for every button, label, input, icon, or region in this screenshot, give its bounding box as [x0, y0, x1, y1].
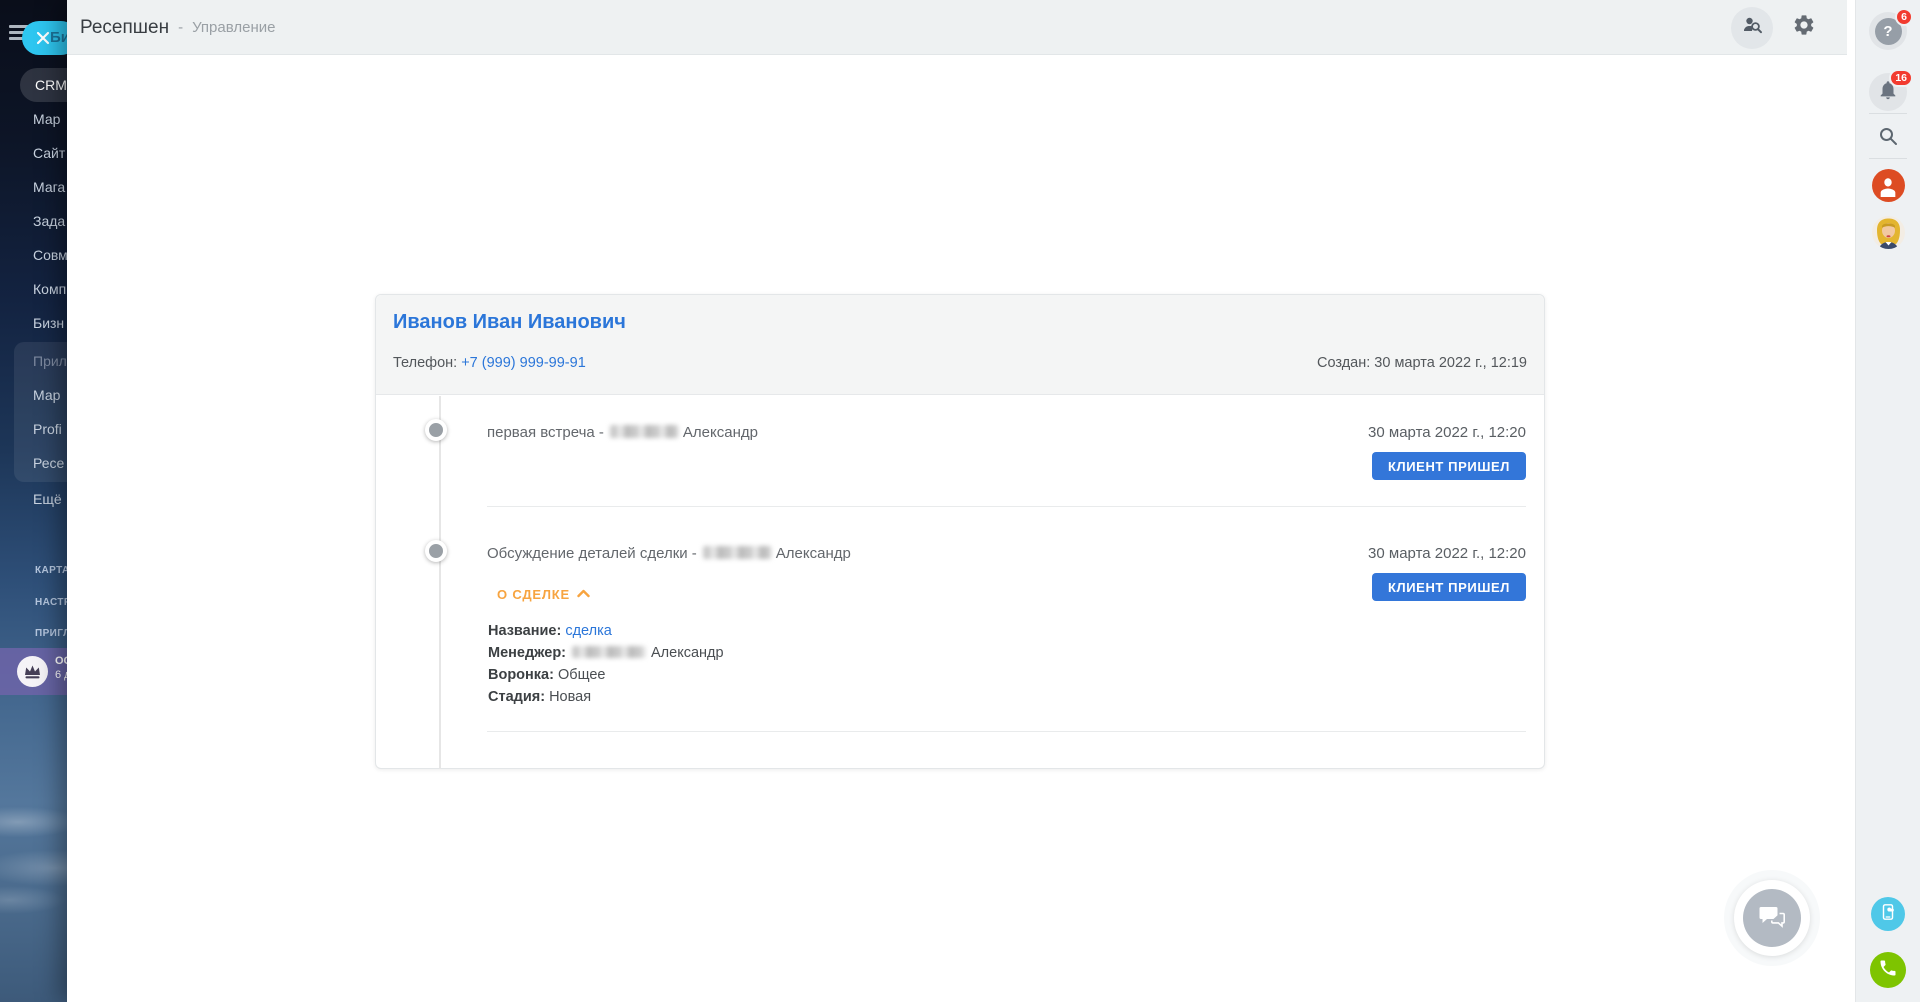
timeline: первая встреча -Александр 30 марта 2022 …: [376, 396, 1544, 769]
deal-expander[interactable]: О СДЕЛКЕ: [497, 585, 590, 603]
contact-name-link[interactable]: Иванов Иван Иванович: [393, 311, 626, 334]
right-rail: ? 6 16: [1855, 0, 1920, 1002]
rail-divider: [1869, 113, 1907, 114]
search-button[interactable]: [1876, 124, 1900, 153]
crown-icon: [17, 656, 48, 687]
sidebar-link-settings[interactable]: НАСТР: [0, 597, 67, 608]
avatar-image: [1872, 236, 1905, 249]
contact-phone-row: Телефон: +7 (999) 999-99-91: [393, 355, 586, 371]
left-sidebar: CRM Мар Сайт Мага Зада Совм Комп Бизн Пр…: [0, 0, 67, 1002]
sidebar-item-shop[interactable]: Мага: [0, 170, 67, 204]
mobile-app-icon: [1879, 903, 1897, 926]
deal-link[interactable]: сделка: [565, 623, 611, 639]
sidebar-menu: CRM Мар Сайт Мага Зада Совм Комп Бизн Пр…: [0, 68, 67, 516]
timeline-dot: [425, 540, 447, 562]
search-icon: [1876, 135, 1900, 152]
sidebar-item-profi[interactable]: Profi: [14, 412, 67, 446]
page-subtitle: Управление: [192, 19, 275, 36]
entry-divider: [487, 731, 1526, 732]
timeline-entry-title: первая встреча -Александр: [487, 424, 758, 441]
notifications-button[interactable]: 16: [1869, 73, 1907, 111]
help-button[interactable]: ? 6: [1869, 12, 1907, 50]
sidebar-item-collab[interactable]: Совм: [0, 238, 67, 272]
chevron-up-icon: [577, 585, 590, 603]
notifications-badge: 16: [1889, 69, 1913, 87]
sidebar-item-apps[interactable]: Прил: [14, 344, 67, 378]
title-separator: -: [178, 19, 183, 36]
chat-bubbles-icon: [1757, 901, 1787, 936]
settings-button[interactable]: [1783, 7, 1825, 49]
deal-row-stage: Стадия: Новая: [488, 686, 724, 708]
slider-panel: Ресепшен - Управление: [67, 0, 1855, 1002]
timeline-entry-date: 30 марта 2022 г., 12:20: [1368, 545, 1526, 562]
page-title: Ресепшен: [80, 17, 169, 39]
phone-handset-icon: [1878, 958, 1898, 983]
person-icon: [1876, 175, 1900, 202]
client-arrived-button[interactable]: КЛИЕНТ ПРИШЕЛ: [1372, 573, 1526, 601]
sidebar-link-sitemap[interactable]: КАРТА: [0, 565, 67, 576]
timeline-dot: [425, 419, 447, 441]
sidebar-item-reception[interactable]: Ресе: [14, 446, 67, 480]
deal-row-manager: Менеджер:Александр: [488, 642, 724, 664]
deal-row-funnel: Воронка: Общее: [488, 664, 724, 686]
mobile-app-button[interactable]: [1871, 897, 1905, 931]
deal-expander-label: О СДЕЛКЕ: [497, 587, 570, 602]
gear-icon: [1792, 13, 1816, 42]
censored-name: [610, 425, 678, 438]
call-button[interactable]: [1870, 952, 1906, 988]
slider-close-button[interactable]: Би: [22, 21, 67, 55]
breadcrumb: Ресепшен - Управление: [80, 0, 275, 55]
user-avatar-silhouette[interactable]: [1872, 169, 1905, 202]
sidebar-item-crm[interactable]: CRM: [20, 68, 67, 102]
sidebar-item-business[interactable]: Бизн: [0, 306, 67, 340]
user-avatar-photo[interactable]: [1872, 216, 1905, 249]
sidebar-item-market[interactable]: Мар: [14, 378, 67, 412]
contact-card: Иванов Иван Иванович Телефон: +7 (999) 9…: [375, 294, 1545, 769]
phone-label: Телефон:: [393, 355, 457, 371]
trial-banner[interactable]: ОС 6 д: [0, 648, 67, 695]
sidebar-link-invite[interactable]: ПРИГЛ: [0, 628, 67, 639]
sidebar-apps-group: Прил Мар Profi Ресе: [14, 342, 67, 482]
close-icon: [36, 31, 50, 45]
sidebar-item-sites[interactable]: Сайт: [0, 136, 67, 170]
panel-header: Ресепшен - Управление: [67, 0, 1847, 55]
sidebar-item-marketing[interactable]: Мар: [0, 102, 67, 136]
timeline-line: [439, 396, 441, 769]
chat-button[interactable]: [1743, 889, 1801, 947]
deal-row-name: Название: сделка: [488, 620, 724, 642]
censored-name: [572, 646, 646, 658]
timeline-entry-date: 30 марта 2022 г., 12:20: [1368, 424, 1526, 441]
sidebar-item-more[interactable]: Ещё: [0, 482, 67, 516]
censored-name: [703, 546, 771, 559]
timeline-entry-title: Обсуждение деталей сделки -Александр: [487, 545, 851, 562]
trial-text: ОС 6 д: [55, 655, 67, 681]
contact-card-header: Иванов Иван Иванович Телефон: +7 (999) 9…: [376, 295, 1544, 395]
person-search-button[interactable]: [1731, 7, 1773, 49]
created-timestamp: Создан: 30 марта 2022 г., 12:19: [1317, 355, 1527, 371]
client-arrived-button[interactable]: КЛИЕНТ ПРИШЕЛ: [1372, 452, 1526, 480]
brand-fragment: Би: [50, 29, 67, 46]
deal-details: Название: сделка Менеджер:Александр Воро…: [488, 620, 724, 708]
person-search-icon: [1740, 13, 1764, 42]
phone-link[interactable]: +7 (999) 999-99-91: [461, 355, 586, 371]
rail-divider: [1869, 158, 1907, 159]
entry-divider: [487, 506, 1526, 507]
sidebar-item-tasks[interactable]: Зада: [0, 204, 67, 238]
help-badge: 6: [1895, 8, 1913, 26]
sidebar-item-company[interactable]: Комп: [0, 272, 67, 306]
chat-fab: [1724, 870, 1820, 966]
